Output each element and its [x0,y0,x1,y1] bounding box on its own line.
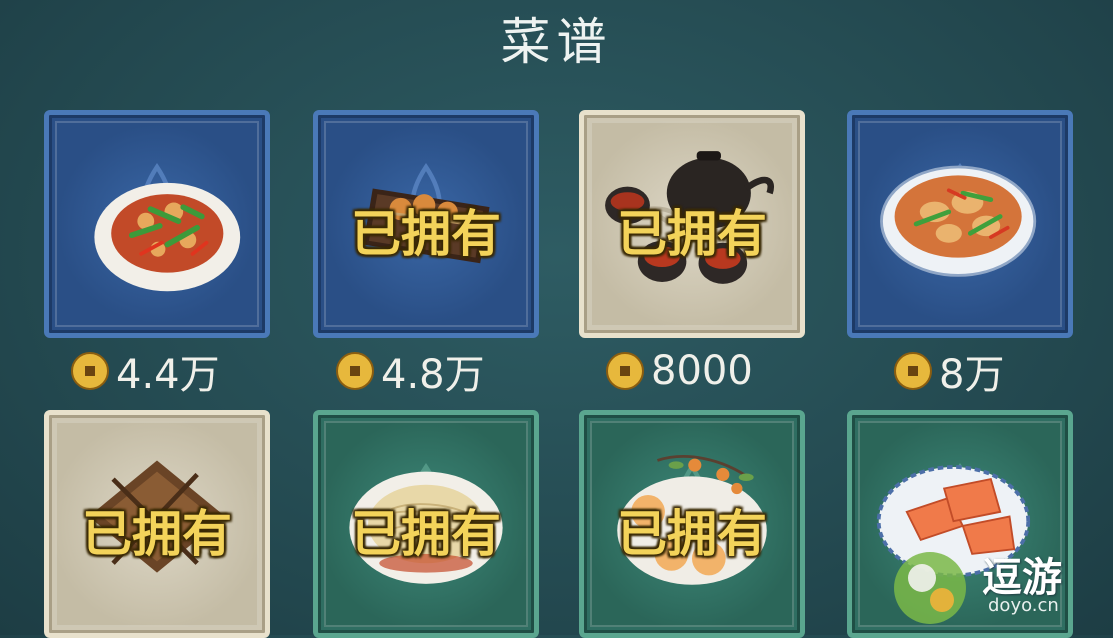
price-text: 8000 [651,348,753,394]
card-inner: 已拥有 [590,421,794,627]
card-inner [858,121,1062,327]
page-title: 菜谱 [500,13,613,71]
recipe-card-5[interactable]: 已拥有 [44,410,270,638]
price-row-1: 4.4万 [70,347,220,398]
recipe-card-2[interactable]: 已拥有 [313,110,539,338]
recipe-card-7[interactable]: 已拥有 [579,410,805,638]
coin-icon [606,352,644,390]
price-text: 4.4万 [116,352,220,398]
card-inner: 已拥有 [324,421,528,627]
watermark-site: doyo.cn [988,595,1059,616]
owned-label: 已拥有 [351,205,501,263]
owned-label: 已拥有 [351,505,501,563]
card-inner: 已拥有 [55,421,259,627]
stirfry-peppers-dish-image [94,182,241,292]
price-row-4: 8万 [893,347,1004,398]
price-row-3: 8000 [605,347,753,395]
recipe-card-6[interactable]: 已拥有 [313,410,539,638]
price-text: 8万 [939,352,1005,398]
owned-label: 已拥有 [617,205,767,263]
recipe-card-3[interactable]: 已拥有 [579,110,805,338]
price-text: 4.8万 [381,352,485,398]
chicken-bowl-dish-image [880,165,1037,277]
owned-label: 已拥有 [82,505,232,563]
coin-icon [71,352,109,390]
price-row-2: 4.8万 [335,347,485,398]
coin-icon [894,352,932,390]
recipe-card-1[interactable] [44,110,270,338]
recipe-card-4[interactable] [847,110,1073,338]
card-inner: 已拥有 [324,121,528,327]
card-inner: 已拥有 [590,121,794,327]
owned-label: 已拥有 [617,505,767,563]
card-inner [55,121,259,327]
coin-icon [336,352,374,390]
